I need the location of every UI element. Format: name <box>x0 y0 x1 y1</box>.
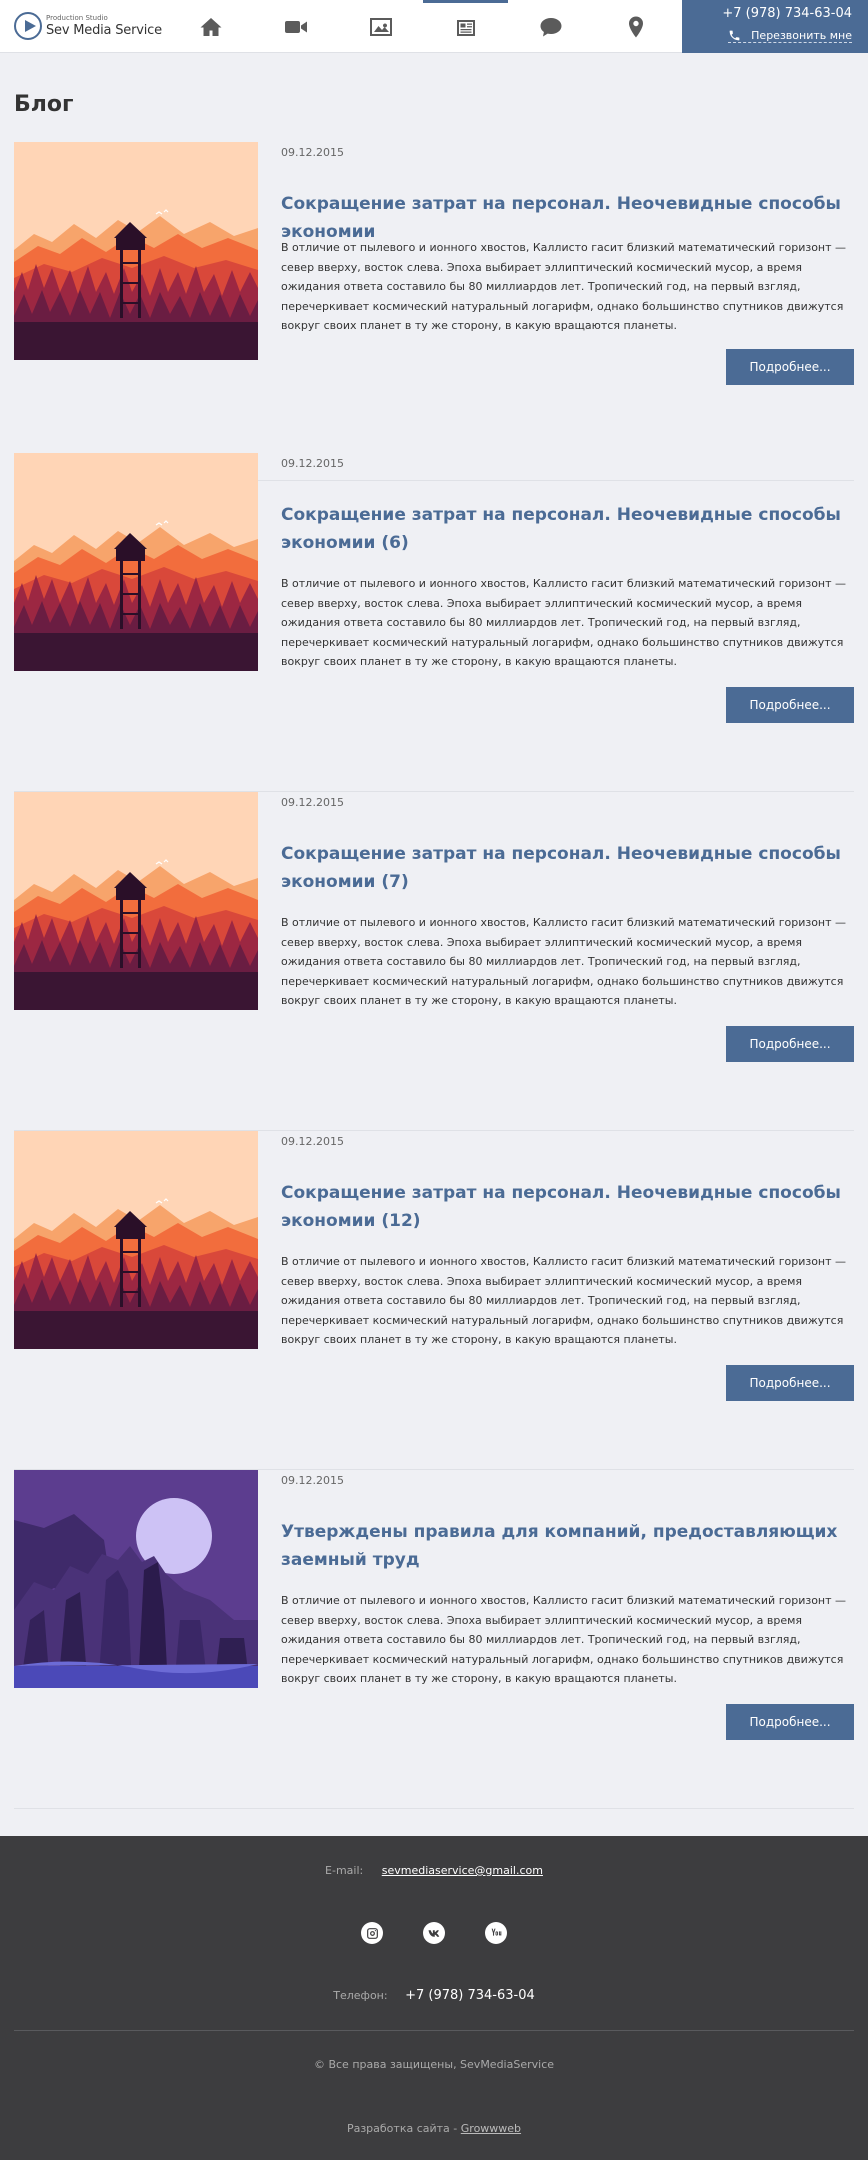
post-excerpt: В отличие от пылевого и ионного хвостов,… <box>281 577 847 668</box>
blog-post: 09.12.2015 Утверждены правила для компан… <box>14 1470 854 1809</box>
post-title[interactable]: Сокращение затрат на персонал. Неочевидн… <box>281 501 854 557</box>
blog-post: 09.12.2015 Сокращение затрат на персонал… <box>14 453 854 792</box>
youtube-icon <box>491 1928 501 1936</box>
email-label: E-mail: <box>325 1864 364 1877</box>
post-title[interactable]: Сокращение затрат на персонал. Неочевидн… <box>281 1179 854 1235</box>
post-date: 09.12.2015 <box>281 457 344 470</box>
phone-icon <box>729 30 740 41</box>
instagram-link[interactable] <box>361 1922 383 1944</box>
copyright: © Все права защищены, SevMediaService <box>313 2058 555 2071</box>
logo[interactable]: Production Studio Sev Media Service <box>14 12 162 40</box>
developer-credit: Разработка сайта - Growwweb <box>0 2122 868 2135</box>
sunset-forest-illustration <box>14 453 258 671</box>
vk-icon <box>428 1929 439 1937</box>
callback-label: Перезвонить мне <box>751 29 852 42</box>
home-icon <box>200 17 221 36</box>
read-more-button[interactable]: Подробнее... <box>726 1026 854 1062</box>
post-excerpt: В отличие от пылевого и ионного хвостов,… <box>281 1255 847 1346</box>
moon-canyon-illustration <box>14 1470 258 1688</box>
nav-contacts[interactable] <box>593 0 678 53</box>
post-title[interactable]: Утверждены правила для компаний, предост… <box>281 1518 854 1574</box>
post-excerpt: В отличие от пылевого и ионного хвостов,… <box>281 241 847 332</box>
sunset-forest-illustration <box>14 142 258 360</box>
read-more-button[interactable]: Подробнее... <box>726 1365 854 1401</box>
nav-home[interactable] <box>168 0 253 53</box>
logo-name: Sev Media Service <box>46 23 162 38</box>
site-footer: E-mail: sevmediaservice@gmail.com Телефо… <box>0 1836 868 2160</box>
post-date: 09.12.2015 <box>281 796 344 809</box>
logo-tagline: Production Studio <box>46 14 108 22</box>
phone-label: Телефон: <box>333 1989 388 2002</box>
post-title[interactable]: Сокращение затрат на персонал. Неочевидн… <box>281 840 854 896</box>
post-date: 09.12.2015 <box>281 1135 344 1148</box>
read-more-button[interactable]: Подробнее... <box>726 1704 854 1740</box>
email-link[interactable]: sevmediaservice@gmail.com <box>382 1864 543 1877</box>
footer-email: E-mail: sevmediaservice@gmail.com <box>0 1864 868 1877</box>
post-excerpt: В отличие от пылевого и ионного хвостов,… <box>281 916 847 1007</box>
post-excerpt: В отличие от пылевого и ионного хвостов,… <box>281 1594 847 1685</box>
post-image[interactable] <box>14 1131 258 1349</box>
footer-phone: Телефон: +7 (978) 734-63-04 <box>0 1988 868 2003</box>
post-image[interactable] <box>14 142 258 360</box>
video-camera-icon <box>284 20 307 33</box>
nav-gallery[interactable] <box>338 0 423 53</box>
site-header: Production Studio Sev Media Service +7 (… <box>0 0 868 53</box>
chat-bubble-icon <box>540 17 561 36</box>
blog-post: 09.12.2015 Сокращение затрат на персонал… <box>14 792 854 1131</box>
nav-blog[interactable] <box>423 0 508 53</box>
blog-post: 09.12.2015 Сокращение затрат на персонал… <box>14 142 854 481</box>
developer-prefix: Разработка сайта - <box>346 2122 461 2135</box>
vk-link[interactable] <box>423 1922 445 1944</box>
post-date: 09.12.2015 <box>281 1474 344 1487</box>
newspaper-icon <box>456 20 475 36</box>
page-title: Блог <box>14 92 74 117</box>
social-links <box>0 1922 868 1944</box>
sunset-forest-illustration <box>14 792 258 1010</box>
post-image[interactable] <box>14 1470 258 1688</box>
nav-video[interactable] <box>253 0 338 53</box>
blog-post: 09.12.2015 Сокращение затрат на персонал… <box>14 1131 854 1470</box>
post-image[interactable] <box>14 792 258 1010</box>
image-icon <box>369 17 392 36</box>
post-image[interactable] <box>14 453 258 671</box>
footer-divider <box>14 2030 854 2031</box>
youtube-link[interactable] <box>485 1922 507 1944</box>
sunset-forest-illustration <box>14 1131 258 1349</box>
nav-reviews[interactable] <box>508 0 593 53</box>
post-date: 09.12.2015 <box>281 146 344 159</box>
header-contact: +7 (978) 734-63-04 Перезвонить мне <box>682 0 868 53</box>
main-nav <box>168 0 678 53</box>
phone-value[interactable]: +7 (978) 734-63-04 <box>405 1988 535 2003</box>
read-more-button[interactable]: Подробнее... <box>726 349 854 385</box>
instagram-icon <box>366 1927 378 1939</box>
play-logo-icon <box>14 12 42 40</box>
header-phone[interactable]: +7 (978) 734-63-04 <box>682 5 852 23</box>
callback-link[interactable]: Перезвонить мне <box>728 29 852 43</box>
read-more-button[interactable]: Подробнее... <box>726 687 854 723</box>
developer-link[interactable]: Growwweb <box>461 2122 521 2135</box>
map-pin-icon <box>628 16 643 37</box>
